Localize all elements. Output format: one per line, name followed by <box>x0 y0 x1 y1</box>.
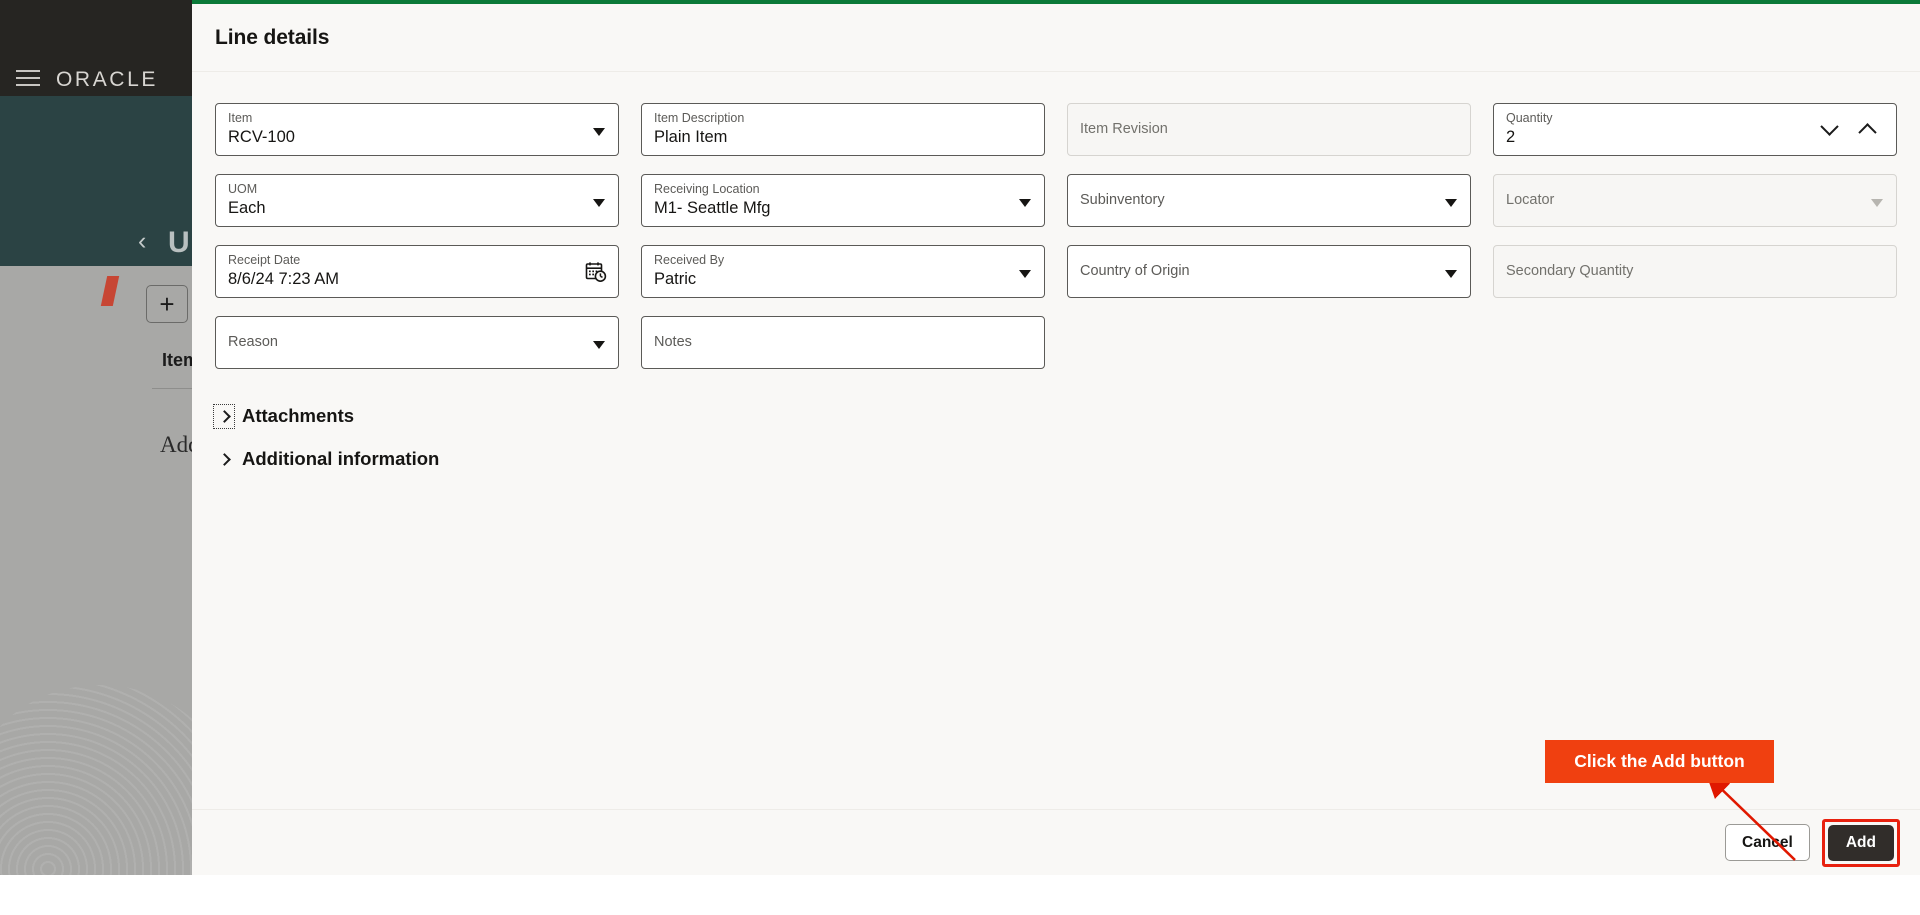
field-label-receipt-date: Receipt Date <box>228 253 606 268</box>
background-page-title: U <box>168 226 190 260</box>
accordion-group: Attachments Additional information <box>215 401 1897 474</box>
back-chevron-icon[interactable]: ‹ <box>138 229 146 254</box>
accordion-additional-information[interactable]: Additional information <box>215 444 439 474</box>
cancel-button[interactable]: Cancel <box>1725 824 1810 861</box>
accordion-label-attachments: Attachments <box>242 405 354 427</box>
field-label-subinventory: Subinventory <box>1080 193 1165 208</box>
field-label-received-by: Received By <box>654 253 1032 268</box>
accordion-attachments[interactable]: Attachments <box>215 401 354 431</box>
dialog-header: Line details <box>192 4 1920 72</box>
field-quantity[interactable]: Quantity2 <box>1493 103 1897 156</box>
chevron-right-icon[interactable] <box>215 449 233 470</box>
field-value-item-description: Plain Item <box>654 127 1032 148</box>
field-value-item: RCV-100 <box>228 127 606 148</box>
field-notes[interactable]: Notes <box>641 316 1045 369</box>
global-header: ORACLE <box>0 0 192 96</box>
field-reason[interactable]: Reason <box>215 316 619 369</box>
dialog-footer: Cancel Add <box>192 809 1920 875</box>
field-receipt-date[interactable]: Receipt Date8/6/24 7:23 AM <box>215 245 619 298</box>
field-value-receipt-date: 8/6/24 7:23 AM <box>228 269 606 290</box>
add-button-highlight: Add <box>1822 819 1900 867</box>
dialog-body: ItemRCV-100Item DescriptionPlain ItemIte… <box>192 72 1920 809</box>
instruction-callout: Click the Add button <box>1545 740 1774 783</box>
calendar-clock-icon[interactable] <box>585 261 607 288</box>
stepper-decrement-chevron-down-icon[interactable] <box>1810 104 1848 155</box>
hamburger-menu-icon[interactable] <box>16 70 40 87</box>
plus-icon[interactable]: + <box>146 285 188 323</box>
dropdown-caret-icon[interactable] <box>593 199 605 207</box>
background-page-banner: ‹ U <box>0 96 192 266</box>
line-details-form: ItemRCV-100Item DescriptionPlain ItemIte… <box>215 103 1903 369</box>
field-subinventory[interactable]: Subinventory <box>1067 174 1471 227</box>
field-item[interactable]: ItemRCV-100 <box>215 103 619 156</box>
dropdown-caret-icon <box>1871 199 1883 207</box>
field-label-uom: UOM <box>228 182 606 197</box>
stepper-increment-chevron-up-icon[interactable] <box>1848 104 1886 155</box>
field-country-of-origin[interactable]: Country of Origin <box>1067 245 1471 298</box>
dropdown-caret-icon[interactable] <box>1445 199 1457 207</box>
field-label-receiving-location: Receiving Location <box>654 182 1032 197</box>
field-received-by[interactable]: Received ByPatric <box>641 245 1045 298</box>
field-label-locator: Locator <box>1506 193 1554 208</box>
dropdown-caret-icon[interactable] <box>1445 270 1457 278</box>
add-button[interactable]: Add <box>1828 825 1894 861</box>
field-label-item-revision: Item Revision <box>1080 122 1168 137</box>
field-label-item-description: Item Description <box>654 111 1032 126</box>
field-value-receiving-location: M1- Seattle Mfg <box>654 198 1032 219</box>
chevron-right-icon[interactable] <box>215 406 233 427</box>
field-uom[interactable]: UOMEach <box>215 174 619 227</box>
field-secondary-quantity: Secondary Quantity <box>1493 245 1897 298</box>
field-item-description[interactable]: Item DescriptionPlain Item <box>641 103 1045 156</box>
field-locator: Locator <box>1493 174 1897 227</box>
oracle-logo: ORACLE <box>56 68 158 92</box>
page-title: Line details <box>215 26 329 50</box>
field-value-received-by: Patric <box>654 269 1032 290</box>
field-label-notes: Notes <box>654 335 692 350</box>
field-label-country-of-origin: Country of Origin <box>1080 264 1190 279</box>
dropdown-caret-icon[interactable] <box>593 128 605 136</box>
dropdown-caret-icon[interactable] <box>593 341 605 349</box>
field-label-reason: Reason <box>228 335 278 350</box>
accordion-label-additional-information: Additional information <box>242 448 439 470</box>
field-label-secondary-quantity: Secondary Quantity <box>1506 264 1633 279</box>
field-receiving-location[interactable]: Receiving LocationM1- Seattle Mfg <box>641 174 1045 227</box>
field-item-revision: Item Revision <box>1067 103 1471 156</box>
dropdown-caret-icon[interactable] <box>1019 270 1031 278</box>
field-value-uom: Each <box>228 198 606 219</box>
field-label-item: Item <box>228 111 606 126</box>
dropdown-caret-icon[interactable] <box>1019 199 1031 207</box>
